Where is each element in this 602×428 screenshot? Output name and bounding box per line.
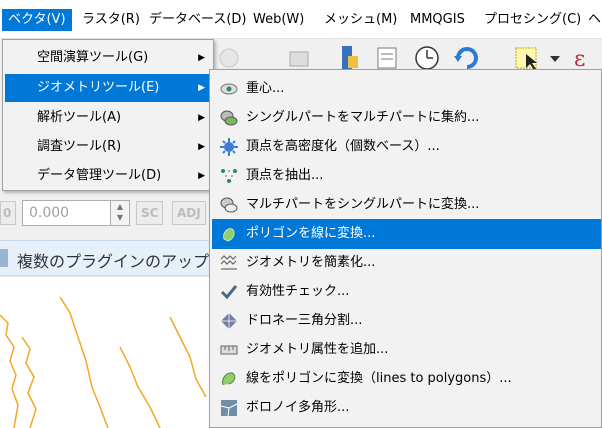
menu-item-delaunay-triangulation[interactable]: ドロネー三角分割... — [212, 306, 601, 336]
toolbar-expression-icon[interactable]: ε — [568, 44, 598, 72]
snap-tag[interactable]: SC — [136, 201, 164, 225]
menu-item-label: 解析ツール(A) — [37, 110, 122, 125]
menu-item-geoprocessing-tools[interactable]: 空間演算ツール(G) ▶ — [5, 44, 211, 72]
toolbar-clock-icon[interactable] — [412, 44, 442, 72]
menu-item-extract-vertices[interactable]: 頂点を抽出... — [212, 161, 601, 191]
menu-item-label: ジオメトリを簡素化... — [246, 255, 376, 270]
menu-item-label: ジオメトリツール(E) — [37, 80, 160, 95]
menu-item-label: 頂点を高密度化（個数ベース）... — [246, 139, 440, 154]
delaunay-icon — [220, 312, 238, 330]
check-validity-icon — [220, 283, 238, 301]
lines-to-polygons-icon — [220, 370, 238, 388]
multipart-to-single-icon — [220, 196, 238, 214]
menu-item-label: 有効性チェック... — [246, 284, 350, 299]
menu-item-collect-geometries[interactable]: シングルパートをマルチパートに集約... — [212, 103, 601, 133]
voronoi-icon — [220, 399, 238, 417]
submenu-arrow-icon: ▶ — [198, 171, 205, 181]
menu-item-multipart-to-singleparts[interactable]: マルチパートをシングルパートに変換... — [212, 190, 601, 220]
menu-item-label: マルチパートをシングルパートに変換... — [246, 197, 480, 212]
toolbar-select-icon[interactable] — [512, 44, 542, 72]
menu-item-check-validity[interactable]: 有効性チェック... — [212, 277, 601, 307]
toolbar-bookmark-icon[interactable] — [332, 44, 362, 72]
menu-item-label: 重心... — [246, 81, 285, 96]
menu-item-label: データ管理ツール(D) — [37, 168, 162, 183]
menu-item-geometry-tools[interactable]: ジオメトリツール(E) ▶ — [5, 74, 211, 102]
value-spinbox[interactable]: 0.000 ▲ ▼ — [22, 200, 130, 226]
menu-item-research-tools[interactable]: 調査ツール(R) ▶ — [5, 133, 211, 161]
submenu-arrow-icon: ▶ — [198, 83, 205, 93]
menu-item-label: 線をポリゴンに変換（lines to polygons）... — [246, 371, 512, 386]
menu-help[interactable]: ヘ — [582, 11, 602, 29]
simplify-icon — [220, 254, 238, 272]
message-bar-accent — [0, 249, 8, 267]
menu-item-polygons-to-lines[interactable]: ポリゴンを線に変換... — [212, 219, 601, 249]
polygon-to-lines-icon — [220, 225, 238, 243]
menu-item-label: 調査ツール(R) — [37, 139, 122, 154]
message-bar-text: 複数のプラグインのアップデ — [17, 252, 226, 271]
menu-processing[interactable]: プロセシング(C) — [478, 11, 587, 29]
add-geometry-attributes-icon — [220, 341, 238, 359]
menu-item-centroids[interactable]: 重心... — [212, 74, 601, 104]
menu-item-lines-to-polygons[interactable]: 線をポリゴンに変換（lines to polygons）... — [212, 364, 601, 394]
submenu-arrow-icon: ▶ — [198, 113, 205, 123]
submenu-arrow-icon: ▶ — [198, 142, 205, 152]
spinbox-value: 0.000 — [29, 205, 70, 221]
submenu-arrow-icon: ▶ — [198, 53, 205, 63]
menu-item-add-geometry-attributes[interactable]: ジオメトリ属性を追加... — [212, 335, 601, 365]
toolbar-refresh-icon[interactable] — [452, 44, 482, 72]
menu-raster[interactable]: ラスタ(R) — [76, 11, 146, 29]
menu-item-analysis-tools[interactable]: 解析ツール(A) ▶ — [5, 104, 211, 132]
spinbox-arrows-icon[interactable]: ▲ ▼ — [110, 201, 129, 225]
adjust-tag[interactable]: ADJ — [172, 201, 206, 225]
geometry-tools-submenu: 重心... シングルパートをマルチパートに集約... 頂点を高密度化（個数ベース… — [209, 69, 602, 428]
extract-vertices-icon — [220, 167, 238, 185]
menu-mesh[interactable]: メッシュ(M) — [318, 11, 403, 29]
menu-vector[interactable]: ベクタ(V) — [2, 9, 72, 31]
toolbar-layer-icon[interactable] — [284, 44, 314, 72]
menu-item-densify[interactable]: 頂点を高密度化（個数ベース）... — [212, 132, 601, 162]
menu-item-label: ポリゴンを線に変換... — [246, 226, 376, 241]
menu-item-voronoi-polygons[interactable]: ボロノイ多角形... — [212, 393, 601, 423]
menu-item-label: シングルパートをマルチパートに集約... — [246, 110, 480, 125]
menu-item-label: 空間演算ツール(G) — [37, 50, 149, 65]
menu-bar: ベクタ(V) ラスタ(R) データベース(D) Web(W) メッシュ(M) M… — [0, 0, 602, 39]
toolbar-blank-icon[interactable] — [214, 44, 244, 72]
menu-database[interactable]: データベース(D) — [143, 11, 253, 29]
toolbar-doc-icon[interactable] — [372, 44, 402, 72]
menu-item-simplify[interactable]: ジオメトリを簡素化... — [212, 248, 601, 278]
menu-item-label: ドロネー三角分割... — [246, 313, 363, 328]
menu-item-label: 頂点を抽出... — [246, 168, 324, 183]
toolbar-left-tag: 0 — [0, 201, 16, 225]
menu-mmqgis[interactable]: MMQGIS — [404, 11, 471, 29]
menu-item-data-management-tools[interactable]: データ管理ツール(D) ▶ — [5, 162, 211, 190]
menu-web[interactable]: Web(W) — [247, 11, 310, 29]
vector-menu-dropdown: 空間演算ツール(G) ▶ ジオメトリツール(E) ▶ 解析ツール(A) ▶ 調査… — [2, 39, 214, 191]
collect-geometries-icon — [220, 109, 238, 127]
menu-item-label: ジオメトリ属性を追加... — [246, 342, 389, 357]
menu-item-label: ボロノイ多角形... — [246, 400, 350, 415]
centroids-icon — [220, 80, 238, 98]
densify-icon — [220, 138, 238, 156]
